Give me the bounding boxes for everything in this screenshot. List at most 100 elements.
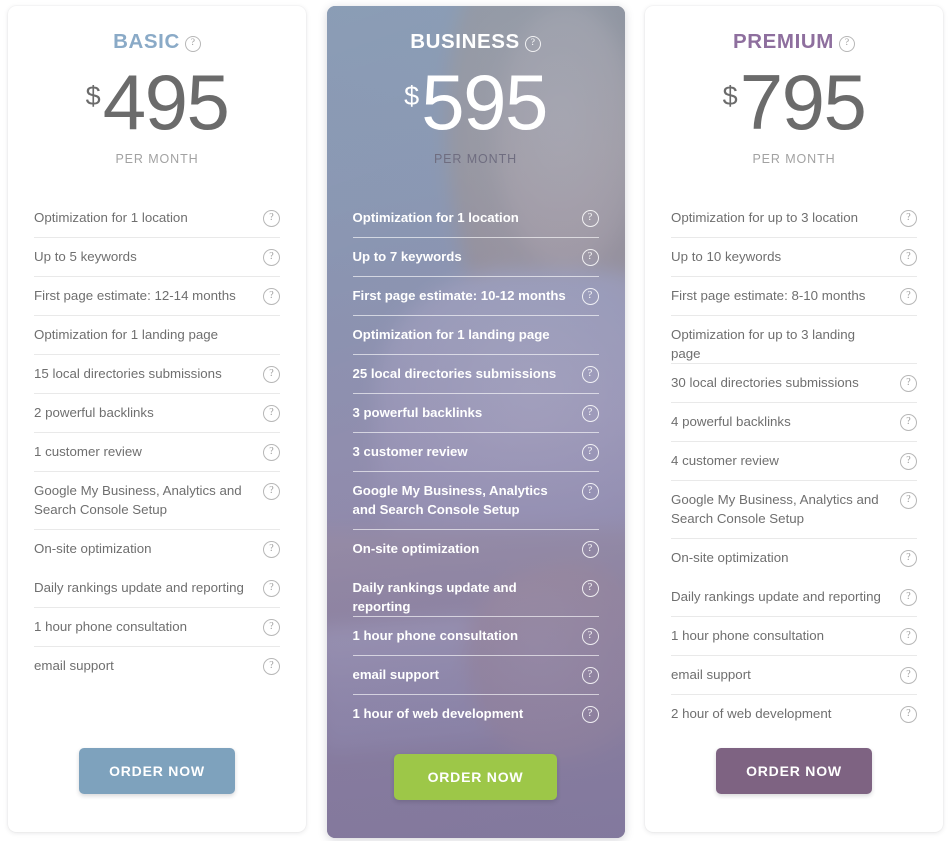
feature-row: Optimization for up to 3 location? — [671, 199, 917, 238]
feature-row: First page estimate: 12-14 months? — [34, 277, 280, 316]
feature-label: 2 hour of web development — [671, 706, 832, 721]
cta-wrap-basic: ORDER NOW — [8, 748, 306, 832]
feature-label: Optimization for 1 landing page — [34, 327, 219, 342]
help-icon[interactable]: ? — [900, 210, 917, 227]
billing-period: PER MONTH — [752, 152, 836, 166]
feature-row: email support? — [671, 656, 917, 695]
billing-period: PER MONTH — [433, 152, 518, 166]
feature-label: Optimization for up to 3 landing page — [671, 327, 856, 361]
help-icon[interactable]: ? — [263, 619, 280, 636]
order-now-button-premium[interactable]: ORDER NOW — [716, 748, 872, 794]
help-icon[interactable]: ? — [581, 706, 599, 723]
help-icon[interactable]: ? — [900, 667, 917, 684]
feature-row: Optimization for 1 location? — [34, 199, 280, 238]
help-icon[interactable]: ? — [581, 249, 599, 266]
help-icon[interactable]: ? — [581, 366, 599, 383]
help-icon[interactable]: ? — [900, 414, 917, 431]
feature-row: 1 hour phone consultation? — [671, 617, 917, 656]
help-icon[interactable]: ? — [263, 249, 280, 266]
help-icon[interactable]: ? — [900, 249, 917, 266]
help-icon[interactable]: ? — [900, 375, 917, 392]
pricing-card-basic: BASIC ? $ 495 PER MONTH Optimization for… — [8, 6, 306, 832]
help-icon[interactable]: ? — [524, 36, 541, 52]
help-icon[interactable]: ? — [581, 288, 599, 305]
help-icon[interactable]: ? — [581, 483, 599, 500]
feature-list-basic: Optimization for 1 location? Up to 5 keyw… — [8, 199, 306, 686]
plan-title-row-business: BUSINESS ? — [327, 30, 625, 54]
help-icon[interactable]: ? — [900, 453, 917, 470]
currency-symbol: $ — [404, 81, 420, 111]
cta-wrap-business: ORDER NOW — [327, 754, 625, 838]
feature-row: 30 local directories submissions? — [671, 364, 917, 403]
pricing-card-premium: PREMIUM ? $ 795 PER MONTH Optimization f… — [645, 6, 943, 832]
feature-row: Up to 5 keywords? — [34, 238, 280, 277]
feature-row: On-site optimization? — [34, 530, 280, 569]
feature-label: Optimization for 1 location — [34, 210, 188, 225]
feature-row: Google My Business, Analytics and Search… — [34, 472, 280, 530]
help-icon[interactable]: ? — [581, 580, 599, 597]
currency-symbol: $ — [85, 81, 101, 111]
feature-label: Up to 10 keywords — [671, 249, 782, 264]
feature-row: 3 powerful backlinks? — [352, 394, 599, 433]
help-icon[interactable]: ? — [900, 628, 917, 645]
feature-label: 30 local directories submissions — [671, 375, 859, 390]
help-icon[interactable]: ? — [263, 405, 280, 422]
help-icon[interactable]: ? — [900, 288, 917, 305]
feature-label: 3 customer review — [352, 444, 468, 459]
order-now-button-basic[interactable]: ORDER NOW — [79, 748, 235, 794]
help-icon[interactable]: ? — [581, 667, 599, 684]
feature-label: Optimization for 1 landing page — [352, 327, 550, 342]
help-icon[interactable]: ? — [263, 658, 280, 675]
feature-label: On-site optimization — [671, 550, 789, 565]
price-amount: 795 — [739, 58, 867, 146]
feature-label: Optimization for 1 location — [352, 210, 519, 225]
feature-row: On-site optimization? — [671, 539, 917, 578]
feature-row: 1 customer review? — [34, 433, 280, 472]
help-icon[interactable]: ? — [900, 492, 917, 509]
help-icon[interactable]: ? — [263, 444, 280, 461]
feature-row: email support? — [352, 656, 599, 695]
feature-row: Daily rankings update and reporting? — [671, 578, 917, 617]
help-icon[interactable]: ? — [184, 36, 201, 52]
feature-row: Google My Business, Analytics and Search… — [352, 472, 599, 530]
feature-label: Optimization for up to 3 location — [671, 210, 858, 225]
help-icon[interactable]: ? — [581, 405, 599, 422]
help-icon[interactable]: ? — [581, 210, 599, 227]
help-icon[interactable]: ? — [263, 541, 280, 558]
feature-label: 2 powerful backlinks — [34, 405, 154, 420]
feature-label: Daily rankings update and reporting — [671, 589, 881, 604]
feature-row: Up to 7 keywords? — [352, 238, 599, 277]
feature-label: 25 local directories submissions — [352, 366, 557, 381]
feature-label: email support — [34, 658, 114, 673]
feature-row: email support? — [34, 647, 280, 686]
help-icon[interactable]: ? — [900, 550, 917, 567]
help-icon[interactable]: ? — [263, 366, 280, 383]
card-header-premium: PREMIUM ? $ 795 PER MONTH — [645, 6, 943, 166]
price-amount: 495 — [102, 58, 230, 146]
order-now-button-business[interactable]: ORDER NOW — [393, 754, 558, 800]
feature-label: Google My Business, Analytics and Search… — [352, 483, 548, 517]
plan-name-business: BUSINESS — [410, 30, 520, 53]
help-icon[interactable]: ? — [581, 444, 599, 461]
help-icon[interactable]: ? — [263, 288, 280, 305]
card-header-business: BUSINESS ? $ 595 PER MONTH — [327, 6, 625, 166]
feature-label: email support — [352, 667, 439, 682]
help-icon[interactable]: ? — [263, 210, 280, 227]
help-icon[interactable]: ? — [900, 706, 917, 723]
help-icon[interactable]: ? — [900, 589, 917, 606]
help-icon[interactable]: ? — [839, 36, 855, 52]
feature-row: Daily rankings update and reporting? — [352, 569, 599, 617]
feature-row: Daily rankings update and reporting? — [34, 569, 280, 608]
feature-label: First page estimate: 8-10 months — [671, 288, 866, 303]
feature-label: 1 hour of web development — [352, 706, 524, 721]
feature-row: On-site optimization? — [353, 530, 599, 569]
feature-label: 15 local directories submissions — [34, 366, 222, 381]
help-icon[interactable]: ? — [581, 541, 599, 558]
card-header-basic: BASIC ? $ 495 PER MONTH — [8, 6, 306, 166]
feature-row: Google My Business, Analytics and Search… — [671, 481, 917, 539]
feature-label: On-site optimization — [352, 541, 480, 556]
help-icon[interactable]: ? — [581, 628, 599, 645]
billing-period: PER MONTH — [115, 152, 199, 166]
help-icon[interactable]: ? — [263, 580, 280, 597]
help-icon[interactable]: ? — [263, 483, 280, 500]
